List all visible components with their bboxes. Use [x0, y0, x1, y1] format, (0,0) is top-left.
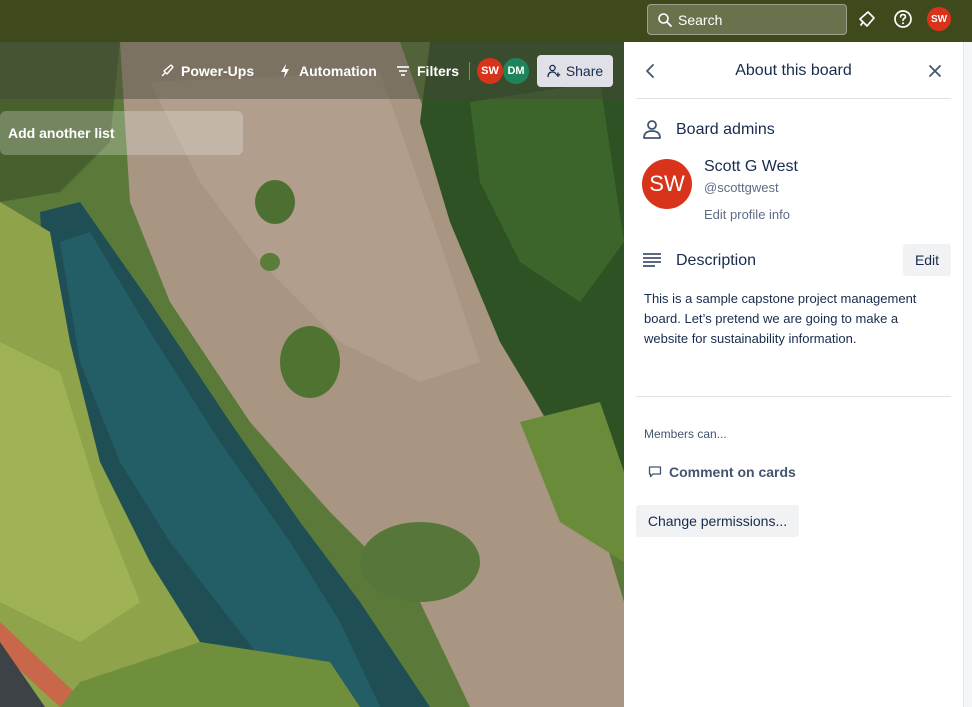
panel-header: About this board [624, 42, 963, 99]
filters-label: Filters [417, 63, 460, 79]
board-canvas: Power-Ups Automation Filters SW DM Share… [0, 42, 624, 707]
edit-profile-link[interactable]: Edit profile info [704, 207, 790, 222]
description-icon [643, 253, 661, 267]
members-can-label: Members can... [644, 427, 727, 441]
description-title: Description [676, 252, 757, 269]
comment-permission-label: Comment on cards [669, 464, 796, 480]
comment-icon [648, 466, 662, 478]
chevron-left-icon[interactable] [642, 62, 660, 80]
power-ups-label: Power-Ups [181, 63, 255, 79]
change-permissions-button[interactable]: Change permissions... [636, 505, 799, 537]
automation-label: Automation [299, 63, 377, 79]
edit-description-button[interactable]: Edit [903, 244, 951, 276]
panel-divider [636, 98, 951, 99]
panel-title: About this board [735, 62, 852, 79]
add-another-list-button[interactable]: Add another list [0, 111, 243, 155]
comment-permission: Comment on cards [648, 464, 796, 480]
lightning-icon [281, 64, 289, 78]
search-placeholder: Search [678, 11, 723, 28]
automation-button[interactable]: Automation [278, 60, 377, 82]
member-avatar[interactable]: SW [477, 58, 503, 84]
member-avatar[interactable]: DM [503, 58, 529, 84]
admin-name: Scott G West [704, 158, 798, 175]
board-bar-divider [469, 62, 470, 80]
person-icon [643, 120, 661, 139]
panel-divider [636, 396, 951, 397]
add-person-icon [547, 64, 561, 78]
filter-icon [397, 66, 409, 76]
search-icon [658, 13, 672, 27]
close-icon[interactable] [926, 62, 944, 80]
filters-button[interactable]: Filters [396, 60, 459, 82]
top-header: Search SW [0, 0, 972, 42]
share-label: Share [565, 63, 604, 79]
rocket-icon [161, 64, 174, 77]
search-input[interactable]: Search [647, 4, 847, 35]
notifications-megaphone-icon[interactable] [857, 9, 877, 29]
help-icon[interactable] [893, 9, 913, 29]
page-scrollbar[interactable] [963, 42, 972, 707]
share-button[interactable]: Share [537, 55, 613, 87]
power-ups-button[interactable]: Power-Ups [160, 60, 254, 82]
description-text[interactable]: This is a sample capstone project manage… [644, 289, 944, 349]
account-avatar[interactable]: SW [927, 7, 951, 31]
about-board-panel: About this board Board admins SW Scott G… [624, 42, 963, 707]
board-admins-title: Board admins [676, 121, 775, 138]
admin-avatar[interactable]: SW [642, 159, 692, 209]
admin-username: @scottgwest [704, 180, 779, 195]
